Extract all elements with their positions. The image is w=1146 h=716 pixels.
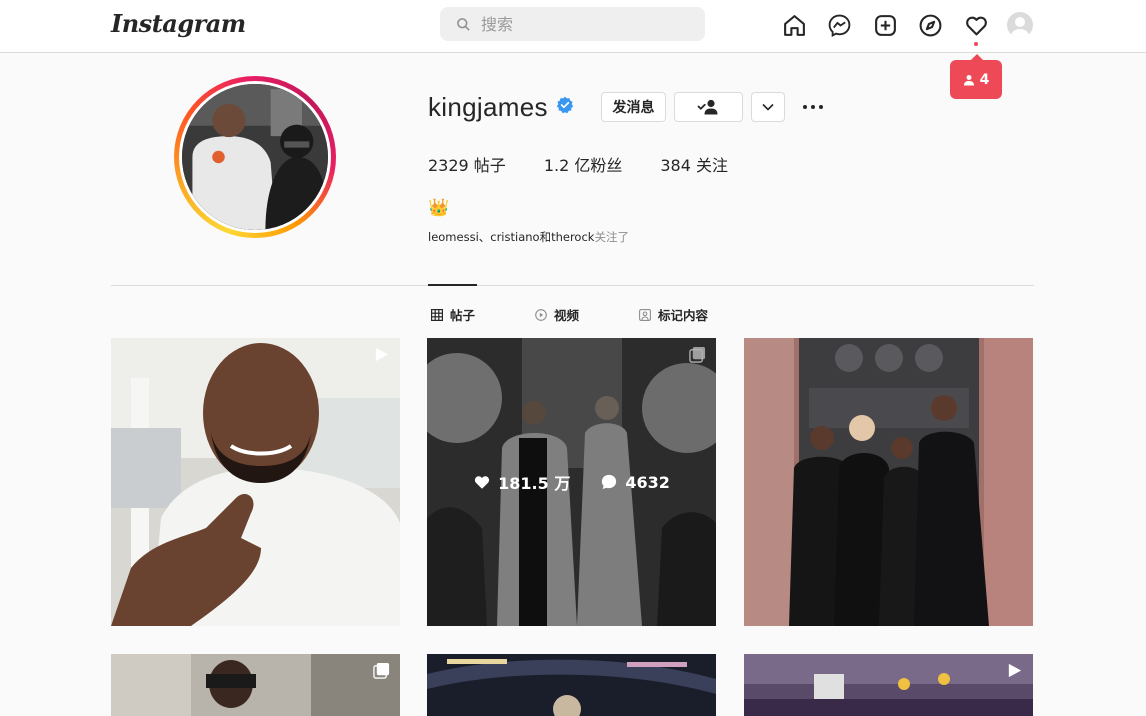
comments-count: 4632 [625, 472, 670, 492]
post-tile[interactable] [111, 338, 400, 626]
tab-tagged-label: 标记内容 [658, 308, 709, 323]
grid-icon [431, 308, 443, 321]
post-tile[interactable] [744, 338, 1033, 626]
new-followers-bubble[interactable]: 4 [950, 54, 1002, 99]
tab-videos-label: 视频 [554, 308, 580, 323]
explore-button[interactable] [916, 10, 946, 40]
compass-icon [919, 14, 942, 36]
more-options-button[interactable] [801, 98, 825, 116]
default-avatar-icon [1010, 17, 1029, 38]
home-icon [783, 14, 805, 36]
followed-by-text[interactable]: leomessi、cristiano和therock关注了 [428, 229, 629, 245]
home-button[interactable] [779, 10, 809, 40]
activity-button[interactable] [961, 10, 991, 40]
verified-badge-icon [556, 96, 574, 114]
bio-text: 👑 [428, 198, 450, 218]
tagged-user-icon [639, 308, 651, 321]
profile-photo-image [182, 84, 328, 230]
messenger-button[interactable] [825, 10, 855, 40]
reel-video-icon [375, 347, 389, 362]
chevron-down-icon [762, 103, 774, 111]
following-button[interactable] [674, 92, 743, 122]
post-tile-hovered[interactable]: 181.5 万 4632 [427, 338, 716, 626]
suggested-accounts-button[interactable] [751, 92, 785, 122]
profile-username: kingjames [428, 92, 548, 122]
comments-stat: 4632 [600, 473, 670, 492]
followers-count[interactable]: 1.2 亿粉丝 [544, 152, 623, 176]
notification-dot [974, 42, 978, 46]
person-icon [963, 74, 974, 85]
post-tile[interactable] [427, 654, 716, 716]
carousel-icon [373, 662, 390, 679]
instagram-logo[interactable]: Instagram [111, 9, 246, 38]
likes-count: 181.5 万 [498, 474, 571, 493]
post-image [744, 654, 1033, 716]
heart-filled-icon [475, 476, 490, 489]
new-post-button[interactable] [870, 10, 900, 40]
post-tile[interactable] [744, 654, 1033, 716]
reel-video-icon [1008, 663, 1022, 678]
ellipsis-icon [803, 105, 823, 109]
search-box[interactable] [440, 7, 705, 41]
search-icon [457, 17, 470, 31]
posts-count: 2329 帖子 [428, 156, 506, 175]
active-tab-indicator [428, 284, 477, 286]
followed-by-suffix: 关注了 [594, 230, 629, 244]
play-circle-icon [535, 308, 547, 321]
tab-posts[interactable]: 帖子 [431, 305, 475, 324]
messenger-icon [828, 14, 851, 37]
post-tile[interactable] [111, 654, 400, 716]
person-check-icon [697, 99, 717, 115]
likes-stat: 181.5 万 [473, 470, 570, 494]
followed-by-names: leomessi、cristiano和therock [428, 230, 595, 244]
post-image [427, 654, 716, 716]
post-image [111, 338, 400, 626]
message-button[interactable]: 发消息 [601, 92, 666, 122]
tab-tagged[interactable]: 标记内容 [639, 305, 708, 324]
post-image [111, 654, 400, 716]
tabs-divider [111, 285, 1034, 286]
nav-icons [779, 10, 1033, 40]
following-count[interactable]: 384 关注 [660, 152, 728, 176]
tab-videos[interactable]: 视频 [535, 305, 579, 324]
comment-filled-icon [602, 474, 617, 490]
post-image [744, 338, 1033, 626]
post-hover-overlay: 181.5 万 4632 [427, 338, 716, 626]
profile-avatar-button[interactable] [1006, 12, 1033, 38]
heart-icon [965, 16, 987, 35]
search-input[interactable] [481, 14, 681, 34]
tab-posts-label: 帖子 [450, 308, 476, 323]
plus-square-icon [874, 14, 896, 36]
profile-photo [182, 84, 328, 230]
profile-stats: 2329 帖子 1.2 亿粉丝 384 关注 [428, 152, 766, 176]
profile-avatar-story-ring[interactable] [174, 76, 336, 238]
new-followers-count: 4 [979, 71, 990, 88]
